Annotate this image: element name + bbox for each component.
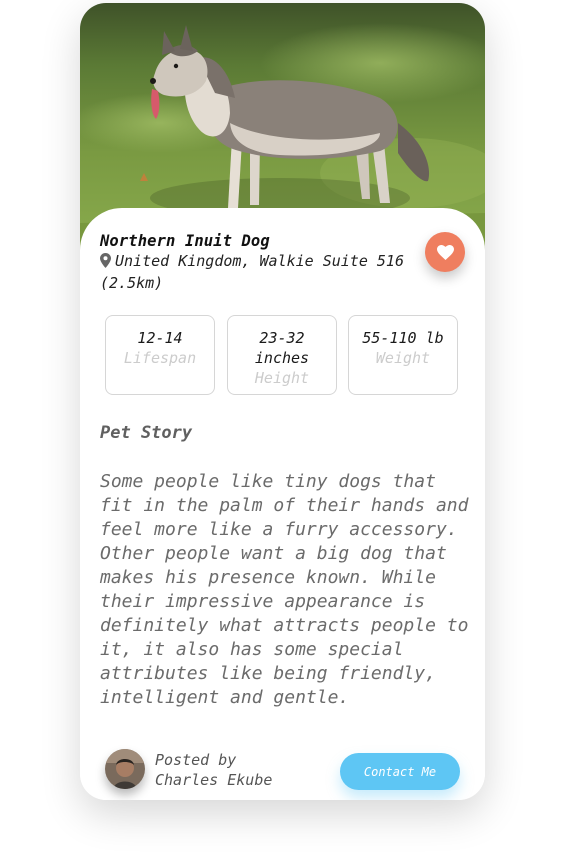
pet-location: United Kingdom, Walkie Suite 516 (2.5km) [100,251,410,293]
story-body: Some people like tiny dogs that fit in t… [100,471,469,708]
story-title: Pet Story [100,423,193,443]
posted-by-label: Posted by [155,751,237,769]
poster-name: Charles Ekube [155,771,273,789]
stat-height: 23-32 inches Height [227,315,337,395]
stat-label: Height [254,369,310,387]
stat-value: 23-32 inches [254,329,310,367]
stat-value: 55-110 lb [362,329,444,347]
location-text: United Kingdom, Walkie Suite 516 (2.5km) [100,252,404,292]
poster-info: Posted by Charles Ekube [155,750,272,790]
stat-label: Weight [375,349,431,367]
stat-value: 12-14 [137,329,183,347]
location-pin-icon [100,253,111,273]
contact-button[interactable]: Contact Me [340,753,460,790]
stat-lifespan: 12-14 Lifespan [105,315,215,395]
favorite-button[interactable] [425,232,465,272]
stat-label: Lifespan [123,349,197,367]
pet-card: Northern Inuit Dog United Kingdom, Walki… [80,3,485,800]
pet-name: Northern Inuit Dog [100,232,270,250]
poster-avatar[interactable] [105,749,145,789]
heart-icon [436,244,454,260]
stat-weight: 55-110 lb Weight [348,315,458,395]
pet-stats: 12-14 Lifespan 23-32 inches Height 55-11… [105,315,460,397]
details-sheet: Northern Inuit Dog United Kingdom, Walki… [80,208,485,800]
